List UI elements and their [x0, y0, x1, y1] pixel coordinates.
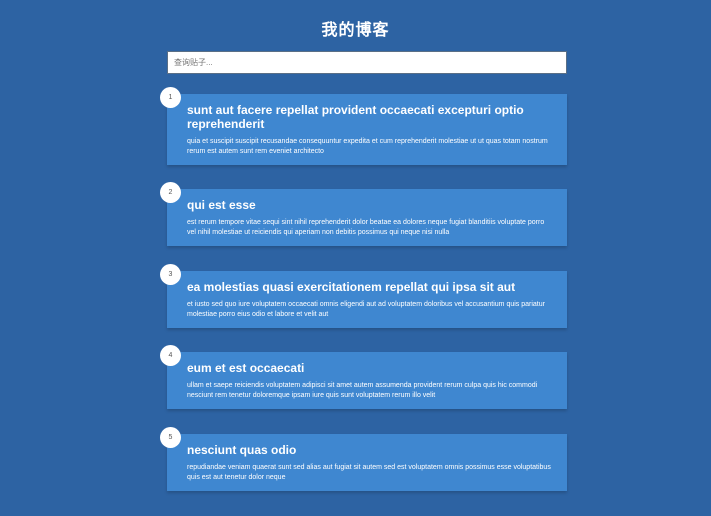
- post-title: eum et est occaecati: [187, 361, 305, 375]
- post-number-badge: 3: [160, 264, 181, 285]
- post-number-badge: 2: [160, 182, 181, 203]
- post-body: et iusto sed quo iure voluptatem occaeca…: [187, 301, 545, 318]
- post-title: ea molestias quasi exercitationem repell…: [187, 280, 516, 294]
- post-body: repudiandae veniam quaerat sunt sed alia…: [187, 464, 551, 481]
- post-title: sunt aut facere repellat provident occae…: [187, 103, 524, 131]
- post-card[interactable]: 5 nesciunt quas odio repudiandae veniam …: [160, 427, 567, 491]
- post-title: qui est esse: [187, 198, 256, 212]
- post-body: ullam et saepe reiciendis voluptatem adi…: [187, 382, 538, 399]
- post-card[interactable]: 2 qui est esse est rerum tempore vitae s…: [160, 182, 567, 246]
- post-card[interactable]: 1 sunt aut facere repellat provident occ…: [160, 87, 567, 165]
- post-card[interactable]: 4 eum et est occaecati ullam et saepe re…: [160, 345, 567, 409]
- post-card[interactable]: 3 ea molestias quasi exercitationem repe…: [160, 264, 567, 328]
- page-title: 我的博客: [321, 22, 390, 39]
- post-number-badge: 5: [160, 427, 181, 448]
- search-input[interactable]: [167, 51, 567, 74]
- post-body: quia et suscipit suscipit recusandae con…: [187, 138, 548, 155]
- post-title: nesciunt quas odio: [187, 443, 297, 457]
- post-number-badge: 4: [160, 345, 181, 366]
- post-number-badge: 1: [160, 87, 181, 108]
- post-body: est rerum tempore vitae sequi sint nihil…: [187, 219, 545, 236]
